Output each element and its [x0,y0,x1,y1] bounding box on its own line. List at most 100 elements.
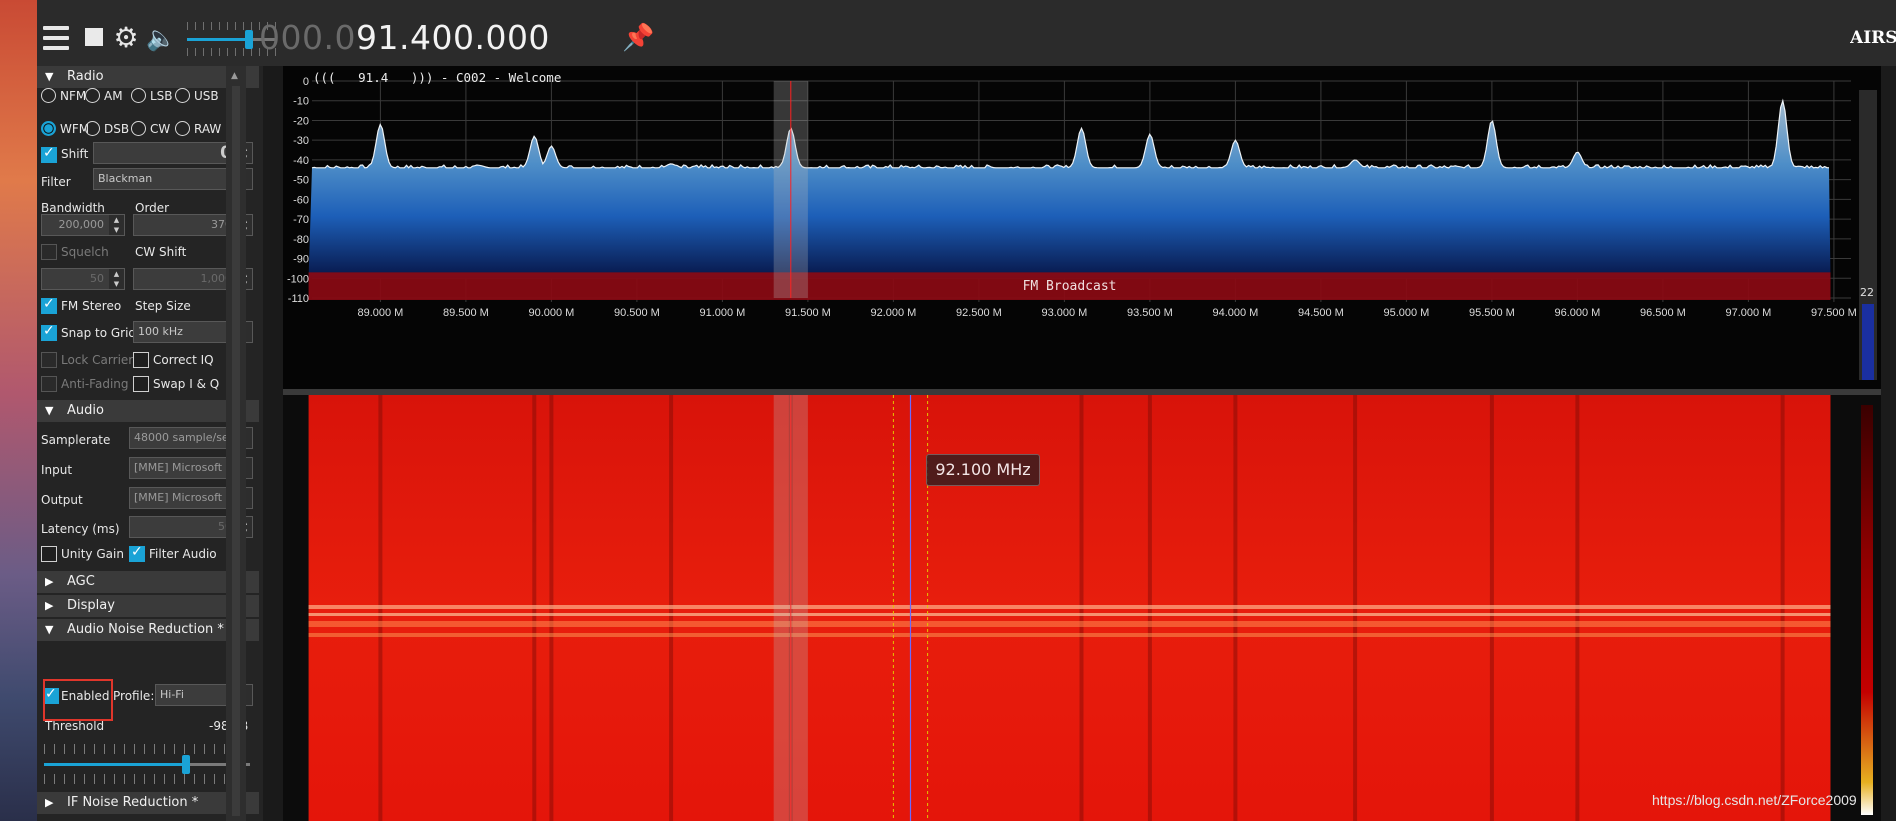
x-tick-label: 93.000 M [1041,307,1087,319]
x-tick-label: 92.000 M [870,307,916,319]
x-tick-label: 90.000 M [528,307,574,319]
order-label: Order [135,201,170,215]
mode-label-usb: USB [194,89,219,103]
spectrum-fill [308,100,1831,279]
swapiq-checkbox[interactable] [133,376,149,392]
band-label: FM Broadcast [1023,279,1117,294]
mode-radio-am[interactable] [85,88,100,103]
cwshift-label: CW Shift [135,245,187,259]
highlight-annotation [43,679,113,721]
x-tick-label: 95.500 M [1469,307,1515,319]
desktop-background [0,0,37,821]
y-tick-label: 0 [303,76,309,88]
filter-label: Filter [41,175,71,189]
squelch-checkbox[interactable] [41,244,57,260]
frequency-tooltip: 92.100 MHz [926,454,1040,486]
x-tick-label: 91.500 M [785,307,831,319]
waterfall-band [308,605,1831,609]
x-tick-label: 96.000 M [1554,307,1600,319]
y-tick-label: -50 [293,175,309,187]
fmstereo-label: FM Stereo [61,299,122,313]
snap-label: Snap to Grid [61,326,137,340]
mode-label-dsb: DSB [104,122,130,136]
latency-label: Latency (ms) [41,522,120,536]
mode-radio-raw[interactable] [175,121,190,136]
correctiq-checkbox[interactable] [133,352,149,368]
y-tick-label: -110 [288,293,309,305]
y-tick-label: -70 [293,214,309,226]
spectrum-view[interactable]: FM Broadcast 0 -10 -20 -30 -40 -50 -60 -70 -80 -9… [283,66,1881,393]
level-control[interactable] [1859,90,1877,380]
y-tick-label: -10 [293,96,309,108]
profile-label: Profile: [113,689,155,703]
mode-radio-lsb[interactable] [131,88,146,103]
unitygain-checkbox[interactable] [41,546,57,562]
waterfall-view[interactable] [283,395,1881,821]
mode-radio-dsb[interactable] [85,121,100,136]
waterfall-band [308,613,1831,616]
panel-scrollbar[interactable]: ▲ [226,66,246,821]
x-tick-label: 94.500 M [1298,307,1344,319]
mode-label-cw: CW [150,122,171,136]
snap-checkbox[interactable] [41,323,57,341]
spectrum-plot[interactable]: FM Broadcast 0 -10 -20 -30 -40 -50 -60 -70 -80 -9… [283,66,1881,393]
antifading-checkbox[interactable] [41,376,57,392]
y-tick-label: -90 [293,254,309,266]
squelch-input[interactable]: 50 ▲ ▼ [41,268,125,290]
mode-label-nfm: NFM [60,89,87,103]
threshold-label: Threshold [45,719,105,733]
y-tick-label: -30 [293,135,309,147]
y-tick-label: -40 [293,155,309,167]
station-title: ((( 91.4 ))) - C002 - Welcome [313,70,562,85]
y-tick-label: -80 [293,234,309,246]
shift-checkbox[interactable] [41,145,57,163]
stop-icon[interactable] [81,28,107,64]
lockcarrier-checkbox[interactable] [41,352,57,368]
mode-radio-wfm[interactable] [41,121,56,136]
menu-icon[interactable] [41,20,71,56]
bandwidth-input[interactable]: 200,000 ▲ ▼ [41,214,125,236]
mode-radio-usb[interactable] [175,88,190,103]
waterfall-band [308,621,1831,627]
mode-radio-cw[interactable] [131,121,146,136]
x-tick-label: 89.500 M [443,307,489,319]
x-tick-label: 89.000 M [357,307,403,319]
speaker-icon[interactable]: 🔈 [145,20,177,56]
x-tick-label: 92.500 M [956,307,1002,319]
threshold-slider[interactable] [44,744,250,784]
x-tick-label: 95.000 M [1383,307,1429,319]
input-label: Input [41,463,73,477]
filteraudio-checkbox[interactable] [129,544,145,562]
mode-label-raw: RAW [194,122,222,136]
bandwidth-label: Bandwidth [41,201,105,215]
y-tick-label: -100 [287,273,309,285]
frequency-display[interactable]: 000.091.400.000 [259,14,550,62]
x-tick-label: 90.500 M [614,307,660,319]
waterfall-plot[interactable] [283,395,1881,821]
lockcarrier-label: Lock Carrier [61,353,134,367]
pin-icon[interactable]: 📌 [622,20,654,56]
unitygain-label: Unity Gain [61,547,124,561]
mode-label-lsb: LSB [150,89,173,103]
x-tick-label: 91.000 M [699,307,745,319]
waterfall-color-scale[interactable] [1861,405,1873,815]
correctiq-label: Correct IQ [153,353,214,367]
x-tick-label: 94.000 M [1212,307,1258,319]
waterfall-band [308,633,1831,637]
level-value: 22 [1860,286,1874,299]
y-tick-label: -60 [293,194,309,206]
x-tick-label: 93.500 M [1127,307,1173,319]
fmstereo-checkbox[interactable] [41,296,57,314]
output-label: Output [41,493,83,507]
squelch-label: Squelch [61,245,109,259]
watermark: https://blog.csdn.net/ZForce2009 [1652,792,1857,808]
stepsize-label: Step Size [135,299,191,313]
mode-label-am: AM [104,89,123,103]
mode-radio-nfm[interactable] [41,88,56,103]
y-tick-label: -20 [293,115,309,127]
x-tick-label: 96.500 M [1640,307,1686,319]
antifading-label: Anti-Fading [61,377,129,391]
gear-icon[interactable]: ⚙ [111,20,141,56]
filteraudio-label: Filter Audio [149,547,217,561]
brand-logo: AIRS [1850,28,1896,48]
